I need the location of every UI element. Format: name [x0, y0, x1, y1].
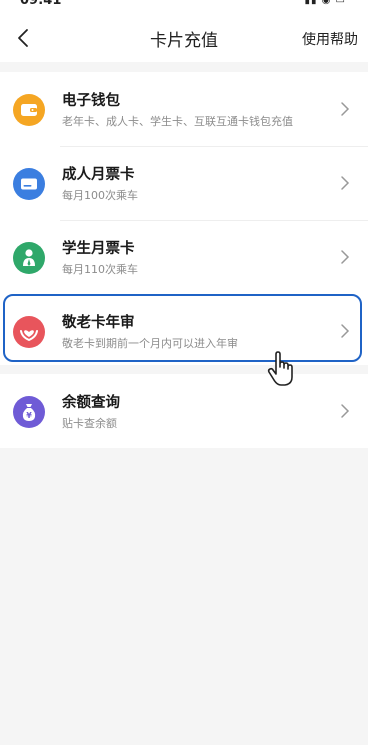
chevron-right-icon	[341, 102, 350, 116]
recharge-list: 电子钱包 老年卡、成人卡、学生卡、互联互通卡钱包充值 成人月票卡 每月100次乘…	[0, 72, 368, 368]
balance-section: ¥ 余额查询 贴卡查余额	[0, 374, 368, 448]
wallet-icon	[13, 94, 45, 126]
nav-bar: 卡片充值 使用帮助	[0, 14, 368, 62]
item-subtitle: 敬老卡到期前一个月内可以进入年审	[62, 337, 238, 350]
chevron-right-icon	[341, 250, 350, 264]
money-bag-icon: ¥	[13, 396, 45, 428]
status-time: 09:41	[20, 0, 62, 8]
heart-hands-icon	[13, 316, 45, 348]
chevron-right-icon	[341, 324, 350, 338]
item-subtitle: 每月100次乘车	[62, 189, 138, 202]
section-divider	[0, 365, 368, 374]
pointer-hand-icon	[267, 351, 293, 386]
item-title: 电子钱包	[62, 93, 120, 109]
svg-text:¥: ¥	[26, 411, 32, 420]
item-subtitle: 老年卡、成人卡、学生卡、互联互通卡钱包充值	[62, 115, 293, 128]
card-icon	[13, 168, 45, 200]
list-item-adult-monthly-card[interactable]: 成人月票卡 每月100次乘车	[0, 146, 368, 220]
status-indicators: ▮▮ ◉ ▭	[304, 0, 346, 6]
item-subtitle: 每月110次乘车	[62, 263, 138, 276]
student-icon	[13, 242, 45, 274]
list-item-student-monthly-card[interactable]: 学生月票卡 每月110次乘车	[0, 220, 368, 294]
item-subtitle: 贴卡查余额	[62, 417, 117, 430]
item-title: 成人月票卡	[62, 167, 135, 183]
item-title: 敬老卡年审	[62, 315, 135, 331]
item-title: 余额查询	[62, 395, 120, 411]
status-bar: 09:41 ▮▮ ◉ ▭	[0, 0, 368, 14]
help-link[interactable]: 使用帮助	[302, 29, 358, 49]
item-title: 学生月票卡	[62, 241, 135, 257]
chevron-right-icon	[341, 404, 350, 418]
list-item-balance-query[interactable]: ¥ 余额查询 贴卡查余额	[0, 374, 368, 448]
list-item-senior-card-review[interactable]: 敬老卡年审 敬老卡到期前一个月内可以进入年审	[0, 294, 368, 368]
chevron-right-icon	[341, 176, 350, 190]
list-item-wallet[interactable]: 电子钱包 老年卡、成人卡、学生卡、互联互通卡钱包充值	[0, 72, 368, 146]
